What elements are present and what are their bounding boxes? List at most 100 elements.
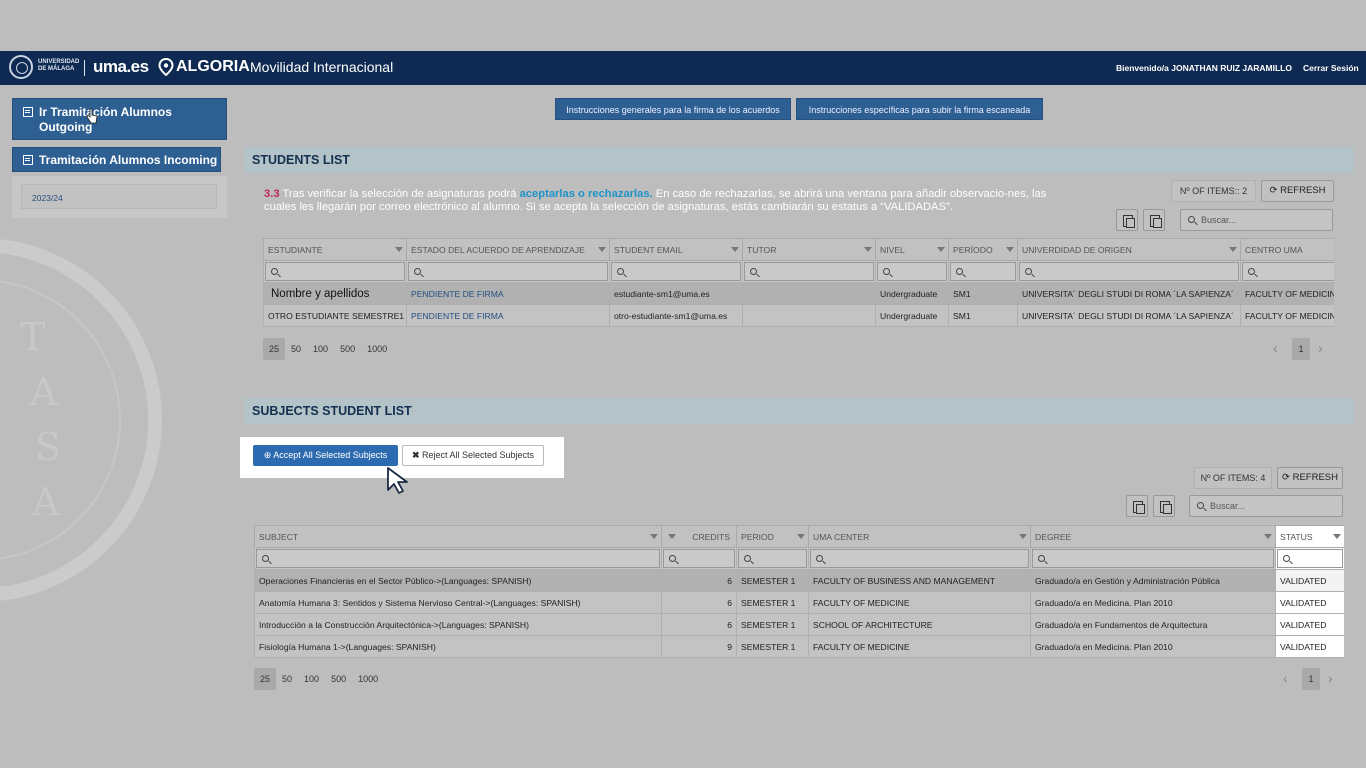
page-size-option[interactable]: 1000 <box>361 338 393 360</box>
table-row[interactable]: Nombre y apellidos PENDIENTE DE FIRMA es… <box>263 282 1334 305</box>
filter-icon[interactable] <box>598 247 606 252</box>
col-header[interactable]: PERIOD <box>736 525 809 548</box>
filter-icon[interactable] <box>1229 247 1237 252</box>
filter-input[interactable] <box>263 260 407 283</box>
filter-icon[interactable] <box>731 247 739 252</box>
col-header[interactable]: TUTOR <box>742 238 876 261</box>
svg-text:A: A <box>29 370 58 414</box>
accept-all-button[interactable]: ⊕ Accept All Selected Subjects <box>253 445 398 466</box>
filter-input[interactable] <box>406 260 610 283</box>
subjects-search-input[interactable]: Buscar... <box>1189 495 1343 517</box>
next-page-icon[interactable]: › <box>1318 340 1323 356</box>
filter-input[interactable] <box>254 547 662 570</box>
page-size-option[interactable]: 100 <box>298 668 325 690</box>
filter-input[interactable] <box>661 547 737 570</box>
filter-icon[interactable] <box>1019 534 1027 539</box>
search-icon <box>1025 268 1032 275</box>
filter-input[interactable] <box>875 260 949 283</box>
svg-text:S: S <box>35 425 61 469</box>
filter-icon[interactable] <box>395 247 403 252</box>
page-size-option[interactable]: 1000 <box>352 668 384 690</box>
algoria-logo[interactable]: ALGORIA <box>176 58 250 76</box>
filter-input[interactable] <box>948 260 1018 283</box>
filter-icon[interactable] <box>797 534 805 539</box>
copy-icon[interactable] <box>1153 495 1175 517</box>
filter-input[interactable] <box>1030 547 1276 570</box>
col-header[interactable]: ESTADO DEL ACUERDO DE APRENDIZAJE <box>406 238 610 261</box>
copy-icon[interactable] <box>1143 209 1165 231</box>
reject-all-button[interactable]: ✖ Reject All Selected Subjects <box>402 445 544 466</box>
table-row[interactable]: Anatomía Humana 3: Sentidos y Sistema Ne… <box>254 591 1344 614</box>
filter-input[interactable] <box>808 547 1031 570</box>
col-header[interactable]: SUBJECT <box>254 525 662 548</box>
table-row[interactable]: OTRO ESTUDIANTE SEMESTRE1 PENDIENTE DE F… <box>263 304 1334 327</box>
filter-input[interactable] <box>609 260 743 283</box>
export-icon[interactable] <box>1126 495 1148 517</box>
col-header[interactable]: PERÍODO <box>948 238 1018 261</box>
page-size-option[interactable]: 100 <box>307 338 334 360</box>
svg-text:T: T <box>20 315 45 359</box>
col-header[interactable]: CENTRO UMA <box>1240 238 1334 261</box>
filter-input[interactable] <box>1275 547 1344 570</box>
filter-icon[interactable] <box>864 247 872 252</box>
page-number[interactable]: 1 <box>1302 668 1320 690</box>
prev-page-icon[interactable]: ‹ <box>1273 340 1278 356</box>
filter-input[interactable] <box>1017 260 1241 283</box>
info-pre: Tras verificar la selección de asignatur… <box>279 188 520 200</box>
table-row[interactable]: Operaciones Financieras en el Sector Púb… <box>254 569 1344 592</box>
sidebar-year-item[interactable]: 2023/24 <box>21 184 217 209</box>
search-icon <box>744 555 751 562</box>
search-icon <box>750 268 757 275</box>
filter-icon[interactable] <box>1264 534 1272 539</box>
logo-separator <box>84 60 85 76</box>
search-icon <box>414 268 421 275</box>
search-icon <box>883 268 890 275</box>
students-refresh-button[interactable]: ⟳ REFRESH <box>1261 180 1334 202</box>
filter-icon[interactable] <box>650 534 658 539</box>
subjects-refresh-button[interactable]: ⟳ REFRESH <box>1277 467 1343 489</box>
table-row[interactable]: Introducción a la Construcción Arquitect… <box>254 613 1344 636</box>
accept-reject-link[interactable]: aceptarlas o rechazarlas. <box>520 188 653 200</box>
filter-icon[interactable] <box>1006 247 1014 252</box>
filter-icon[interactable] <box>668 534 676 539</box>
next-page-icon[interactable]: › <box>1328 670 1333 686</box>
page-size-option[interactable]: 50 <box>285 338 307 360</box>
page-size-option[interactable]: 50 <box>276 668 298 690</box>
uma-logo[interactable]: uma.es <box>93 57 149 77</box>
filter-input[interactable] <box>736 547 809 570</box>
table-row[interactable]: Fisiología Humana 1->(Languages: SPANISH… <box>254 635 1344 658</box>
filter-input[interactable] <box>1240 260 1334 283</box>
university-seal-icon <box>9 55 33 79</box>
students-search-input[interactable]: Buscar... <box>1180 209 1333 231</box>
subjects-page-size[interactable]: 25 50 100 500 1000 <box>254 668 384 690</box>
general-instructions-button[interactable]: Instrucciones generales para la firma de… <box>555 98 791 120</box>
col-header[interactable]: UNIVERDIDAD DE ORIGEN <box>1017 238 1241 261</box>
filter-icon[interactable] <box>937 247 945 252</box>
page-size-option[interactable]: 500 <box>334 338 361 360</box>
page-size-option[interactable]: 500 <box>325 668 352 690</box>
students-page-size[interactable]: 25 50 100 500 1000 <box>263 338 393 360</box>
col-header[interactable]: CREDITS <box>661 525 737 548</box>
students-info-text: 3.3 Tras verificar la selección de asign… <box>264 188 1074 214</box>
filter-input[interactable] <box>742 260 876 283</box>
logout-link[interactable]: Cerrar Sesión <box>1303 63 1359 73</box>
page-number[interactable]: 1 <box>1292 338 1310 360</box>
col-header[interactable]: UMA CENTER <box>808 525 1031 548</box>
col-header[interactable]: STATUS <box>1275 525 1344 548</box>
list-icon <box>23 155 33 165</box>
col-header[interactable]: DEGREE <box>1030 525 1276 548</box>
search-icon <box>816 555 823 562</box>
prev-page-icon[interactable]: ‹ <box>1283 670 1288 686</box>
sidebar-outgoing-button[interactable]: Ir Tramitación Alumnos Outgoing <box>12 98 227 140</box>
specific-instructions-button[interactable]: Instrucciones específicas para subir la … <box>796 98 1043 120</box>
col-header[interactable]: NIVEL <box>875 238 949 261</box>
filter-icon[interactable] <box>1333 534 1341 539</box>
col-header[interactable]: ESTUDIANTE <box>263 238 407 261</box>
sidebar-incoming-button[interactable]: Tramitación Alumnos Incoming <box>12 147 221 172</box>
page-size-option[interactable]: 25 <box>263 338 286 360</box>
export-icon[interactable] <box>1116 209 1138 231</box>
reject-all-label: Reject All Selected Subjects <box>421 450 535 460</box>
page-size-option[interactable]: 25 <box>254 668 277 690</box>
col-header[interactable]: STUDENT EMAIL <box>609 238 743 261</box>
students-table-wrapper: ESTUDIANTE ESTADO DEL ACUERDO DE APRENDI… <box>263 238 1334 327</box>
